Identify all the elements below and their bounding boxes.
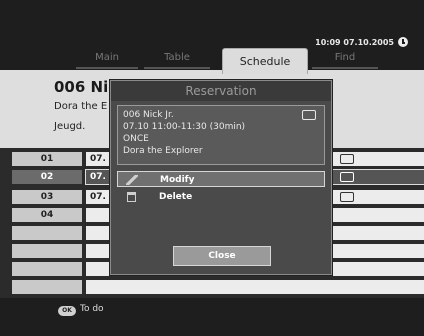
row-text: 07.	[90, 172, 106, 182]
trash-icon	[127, 192, 136, 202]
reservation-icon	[340, 154, 354, 164]
tab-find-label: Find	[334, 52, 356, 63]
table-row[interactable]	[12, 280, 424, 294]
tab-main-underline	[76, 67, 138, 69]
tab-schedule-label: Schedule	[239, 55, 291, 68]
modify-label: Modify	[160, 175, 195, 185]
tab-main-label: Main	[95, 52, 119, 63]
tab-schedule[interactable]: Schedule	[222, 48, 308, 74]
pencil-icon	[126, 175, 138, 185]
tab-table-underline	[144, 67, 210, 69]
row-number	[12, 262, 82, 276]
reservation-details: 006 Nick Jr. 07.10 11:00-11:30 (30min) O…	[117, 105, 325, 165]
clock: 10:09 07.10.2005	[315, 37, 408, 47]
clock-text: 10:09 07.10.2005	[315, 37, 394, 47]
row-number: 04	[12, 208, 82, 222]
reservation-icon	[340, 192, 354, 202]
program-genre: Jeugd.	[54, 121, 86, 132]
footer-hint: To do	[80, 304, 104, 314]
program-name: Dora the E	[54, 101, 108, 112]
tab-main[interactable]: Main	[76, 50, 138, 70]
row-number: 02	[12, 170, 82, 184]
close-button[interactable]: Close	[173, 246, 271, 266]
delete-option[interactable]: Delete	[117, 189, 325, 205]
reservation-time: 07.10 11:00-11:30 (30min)	[123, 122, 246, 132]
footer-bar	[0, 298, 424, 336]
row-number	[12, 280, 82, 294]
reservation-repeat: ONCE	[123, 134, 149, 144]
reservation-channel: 006 Nick Jr.	[123, 110, 174, 120]
reservation-program: Dora the Explorer	[123, 146, 203, 156]
modify-option[interactable]: Modify	[117, 171, 325, 187]
row-cell	[86, 280, 424, 294]
reservation-icon	[302, 110, 316, 120]
row-number	[12, 244, 82, 258]
reservation-dialog: Reservation 006 Nick Jr. 07.10 11:00-11:…	[110, 80, 332, 275]
tab-find-underline	[312, 67, 378, 69]
row-number	[12, 226, 82, 240]
clock-icon	[398, 37, 408, 47]
tab-table-label: Table	[164, 52, 190, 63]
tab-table[interactable]: Table	[144, 50, 210, 70]
row-number: 03	[12, 190, 82, 204]
row-text: 07.	[90, 154, 106, 164]
row-text: 07.	[90, 192, 106, 202]
row-number: 01	[12, 152, 82, 166]
tab-find[interactable]: Find	[312, 50, 378, 70]
reservation-icon	[340, 172, 354, 182]
dialog-title: Reservation	[111, 81, 331, 101]
delete-label: Delete	[159, 192, 193, 202]
ok-key-icon: OK	[58, 306, 76, 316]
